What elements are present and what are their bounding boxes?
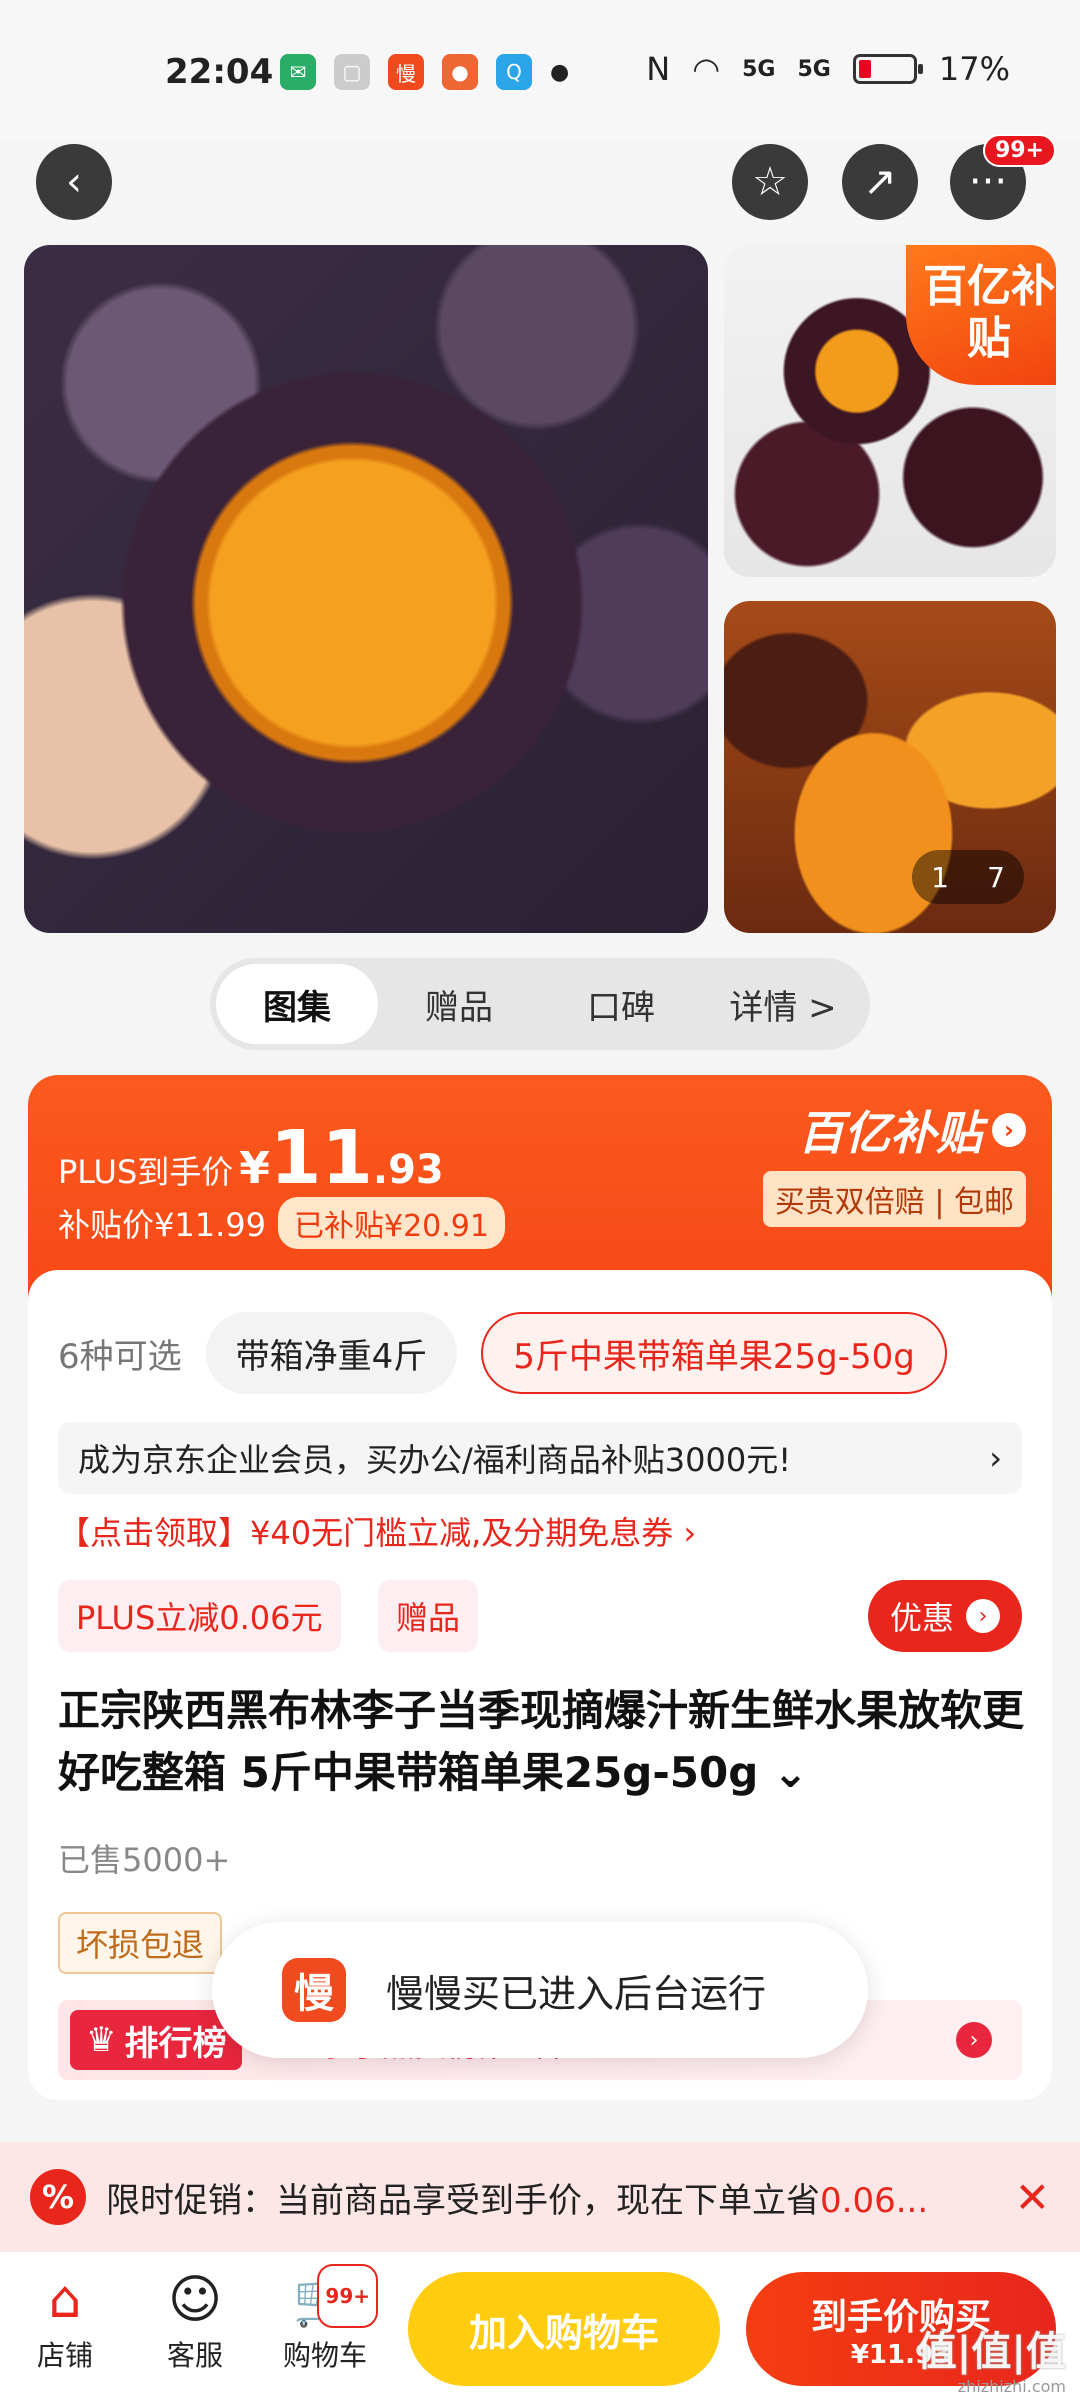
product-gallery: 百亿补贴 1 7 xyxy=(0,245,1080,935)
tab-details[interactable]: 详情 > xyxy=(702,964,864,1044)
watermark-url: zhizhizhi.com xyxy=(957,2377,1066,2396)
back-button[interactable]: ‹ xyxy=(36,144,112,220)
tab-reviews[interactable]: 口碑 xyxy=(540,964,702,1044)
system-status: N ◠ 5G 5G 17% xyxy=(646,50,1010,88)
bottom-action-bar: ⌂ 店铺 ☺ 客服 🛒99+ 购物车 加入购物车 到手价购买 ¥11.93 值|… xyxy=(0,2252,1080,2400)
spec-selector: 6种可选 带箱净重4斤 5斤中果带箱单果25g-50g xyxy=(58,1308,1038,1398)
watermark-logo: 值|值|值 xyxy=(916,2329,1066,2375)
tab-gifts[interactable]: 赠品 xyxy=(378,964,540,1044)
spec-count: 6种可选 xyxy=(58,1336,182,1377)
plus-price-integer: 11 xyxy=(269,1115,373,1201)
nfc-icon: N xyxy=(646,50,671,88)
wechat-icon: ✉ xyxy=(280,54,316,90)
chat-icon: ☺ xyxy=(167,2270,223,2330)
enterprise-text: 成为京东企业会员，买办公/福利商品补贴3000元! xyxy=(78,1441,792,1479)
chevron-right-icon: › xyxy=(992,1113,1026,1147)
store-icon: ⌂ xyxy=(48,2270,82,2330)
taobao-icon: ● xyxy=(442,54,478,90)
plus-price-label: PLUS到手价 xyxy=(58,1153,234,1191)
subsidized-amount: 已补贴¥20.91 xyxy=(277,1197,505,1249)
manmanmai-icon: 慢 xyxy=(388,54,424,90)
favorite-button[interactable]: ☆ xyxy=(732,144,808,220)
share-icon: ↗ xyxy=(863,159,897,205)
service-label: 客服 xyxy=(166,2339,223,2372)
manmanmai-icon: 慢 xyxy=(282,1958,346,2022)
toast-text: 慢慢买已进入后台运行 xyxy=(386,1971,767,2016)
cart-label: 购物车 xyxy=(282,2339,367,2372)
close-icon[interactable]: ✕ xyxy=(1015,2173,1050,2222)
signal-5g-2: 5G xyxy=(797,56,831,82)
spec-option-1[interactable]: 带箱净重4斤 xyxy=(205,1312,458,1394)
currency-symbol: ¥ xyxy=(239,1143,270,1194)
chevron-left-icon: ‹ xyxy=(66,159,82,205)
search-app-icon: Q xyxy=(496,54,532,90)
watermark: 值|值|值 zhizhizhi.com xyxy=(917,2319,1066,2396)
discount-button[interactable]: 优惠 › xyxy=(867,1580,1022,1652)
more-dot-icon: ● xyxy=(550,59,570,85)
chevron-right-icon: › xyxy=(966,1599,1000,1633)
subsidy-corner-tag: 百亿补贴 xyxy=(906,245,1056,385)
more-button[interactable]: ··· 99+ xyxy=(950,134,1056,220)
realme-icon: ▢ xyxy=(334,54,370,90)
plus-price-decimal: .93 xyxy=(372,1147,444,1193)
notification-icons: ✉ ▢ 慢 ● Q ● xyxy=(280,54,569,90)
service-button[interactable]: ☺ 客服 xyxy=(140,2270,250,2374)
subsidy-row: 补贴价¥11.99 已补贴¥20.91 xyxy=(58,1197,505,1249)
status-bar: 22:04 ✉ ▢ 慢 ● Q ● N ◠ 5G 5G 17% xyxy=(0,0,1080,140)
discount-label: 优惠 xyxy=(889,1599,954,1637)
pager-total: 7 xyxy=(987,860,1005,894)
subsidy-price: 补贴价¥11.99 xyxy=(58,1206,266,1244)
spec-option-2[interactable]: 5斤中果带箱单果25g-50g xyxy=(481,1312,947,1394)
gallery-tabs: 图集 赠品 口碑 详情 > xyxy=(210,958,870,1050)
side-product-image-1[interactable]: 百亿补贴 xyxy=(724,245,1056,577)
chevron-right-icon: › xyxy=(956,2022,992,2058)
discount-icon: % xyxy=(30,2169,86,2225)
image-pager: 1 7 xyxy=(912,850,1024,904)
cart-icon: 🛒99+ xyxy=(270,2264,380,2334)
damage-return-badge: 坏损包退 xyxy=(58,1912,223,1974)
guarantee-text: 买贵双倍赔 | 包邮 xyxy=(762,1171,1026,1227)
promo-highlight: 0.06... xyxy=(820,2180,929,2221)
product-title[interactable]: 正宗陕西黑布林李子当季现摘爆汁新生鲜水果放软更好吃整箱 5斤中果带箱单果25g-… xyxy=(58,1680,1038,1804)
subsidy-brand[interactable]: 百亿补贴 › 买贵双倍赔 | 包邮 xyxy=(762,1097,1026,1227)
status-time: 22:04 xyxy=(165,52,274,92)
cart-badge: 99+ xyxy=(317,2264,378,2328)
battery-percent: 17% xyxy=(938,50,1010,88)
battery-icon xyxy=(852,54,923,84)
coupon-link[interactable]: 【点击领取】¥40无门槛立减,及分期免息券 › xyxy=(58,1508,696,1554)
enterprise-banner[interactable]: 成为京东企业会员，买办公/福利商品补贴3000元! › xyxy=(58,1422,1022,1494)
ranking-badge-label: 排行榜 xyxy=(124,2023,227,2064)
add-to-cart-button[interactable]: 加入购物车 xyxy=(408,2272,720,2386)
brand-text: 百亿补贴 xyxy=(798,1106,982,1160)
wifi-icon: ◠ xyxy=(692,50,721,88)
promo-bar[interactable]: % 限时促销：当前商品享受到手价，现在下单立省0.06... ✕ xyxy=(0,2142,1080,2252)
background-toast: 慢 慢慢买已进入后台运行 xyxy=(212,1922,868,2058)
promo-text: 限时促销：当前商品享受到手价，现在下单立省0.06... xyxy=(106,2173,995,2222)
trophy-icon: ♛ xyxy=(86,2020,117,2060)
shop-button[interactable]: ⌂ 店铺 xyxy=(10,2270,120,2374)
plus-discount-tag[interactable]: PLUS立减0.06元 xyxy=(58,1580,341,1652)
star-icon: ☆ xyxy=(752,159,788,205)
main-product-image[interactable] xyxy=(24,245,708,933)
promo-text-main: 限时促销：当前商品享受到手价，现在下单立省 xyxy=(106,2180,820,2221)
plus-price: PLUS到手价 ¥ 11 .93 xyxy=(58,1115,444,1201)
signal-5g-1: 5G xyxy=(742,56,776,82)
more-badge: 99+ xyxy=(982,134,1056,167)
chevron-right-icon: › xyxy=(989,1439,1002,1477)
pager-current: 1 xyxy=(931,860,949,894)
gift-tag[interactable]: 赠品 xyxy=(378,1580,479,1652)
sold-count: 已售5000+ xyxy=(58,1841,231,1879)
brand-title: 百亿补贴 › xyxy=(763,1097,1026,1163)
tab-gallery[interactable]: 图集 xyxy=(216,964,378,1044)
share-button[interactable]: ↗ xyxy=(842,144,918,220)
cart-button[interactable]: 🛒99+ 购物车 xyxy=(270,2264,380,2374)
promo-tags: PLUS立减0.06元 赠品 优惠 › xyxy=(58,1580,1022,1652)
shop-label: 店铺 xyxy=(36,2339,93,2372)
ranking-badge: ♛ 排行榜 xyxy=(70,2010,243,2070)
